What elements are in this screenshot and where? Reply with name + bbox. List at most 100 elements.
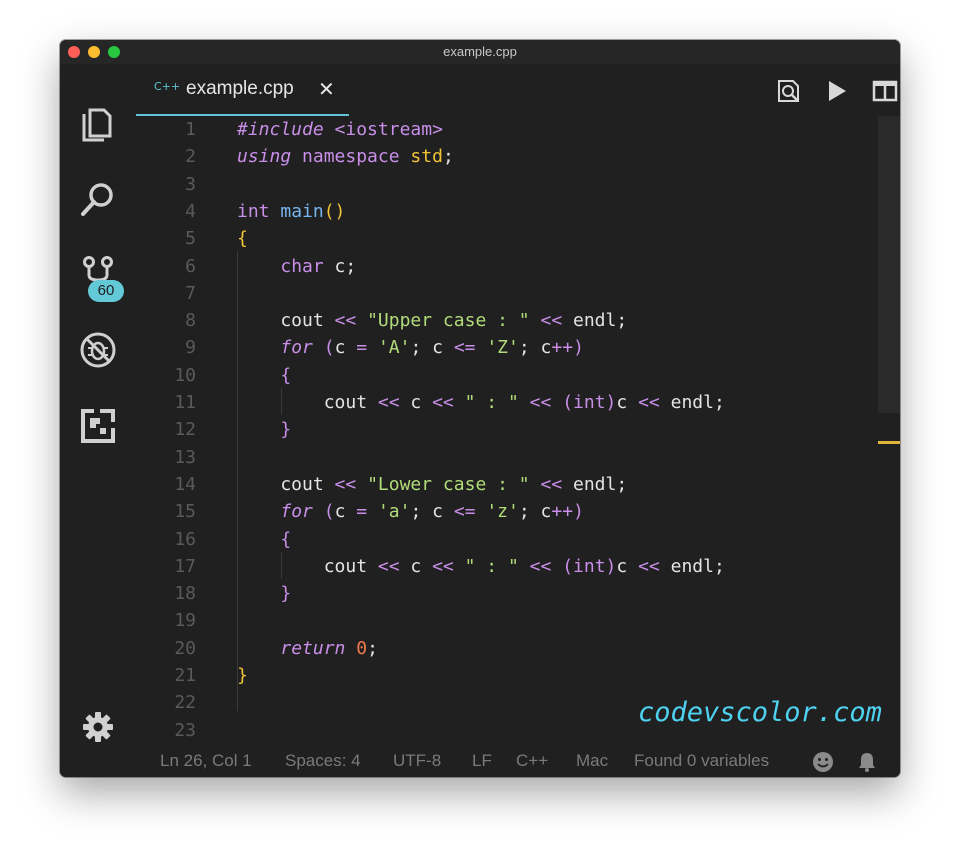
code-line[interactable]: 4 int main() <box>136 198 878 225</box>
status-language[interactable]: C++ <box>516 751 548 771</box>
code-line[interactable]: 9 for (c = 'A'; c <= 'Z'; c++) <box>136 334 878 361</box>
code-line[interactable]: 15 for (c = 'a'; c <= 'z'; c++) <box>136 498 878 525</box>
code-token: endl; <box>659 392 725 413</box>
line-number: 7 <box>185 282 196 304</box>
code-token: int <box>573 392 606 413</box>
tab-example-cpp[interactable]: C++ example.cpp ✕ <box>136 64 349 116</box>
code-line[interactable]: 21} <box>136 662 878 689</box>
status-indentation[interactable]: Spaces: 4 <box>285 751 361 771</box>
open-preview-icon[interactable] <box>776 78 802 104</box>
status-encoding[interactable]: UTF-8 <box>393 751 441 771</box>
code-token: 'a' <box>377 501 411 523</box>
code-line[interactable]: 8 cout << "Upper case : " << endl; <box>136 307 878 334</box>
source-control-badge: 60 <box>88 280 124 302</box>
line-code: { <box>237 526 291 553</box>
extensions-icon[interactable] <box>78 406 118 446</box>
debug-icon[interactable] <box>78 330 118 370</box>
notifications-bell-icon[interactable] <box>856 751 878 773</box>
code-token: ( <box>323 337 335 359</box>
gear-icon[interactable] <box>82 711 114 743</box>
line-code: cout << c << " : " << (int)c << endl; <box>237 389 725 416</box>
code-token: c; <box>323 255 357 277</box>
code-line[interactable]: 13 <box>136 444 878 471</box>
status-variables[interactable]: Found 0 variables <box>634 751 769 771</box>
code-token: endl; <box>562 310 628 332</box>
line-number: 8 <box>185 310 196 332</box>
code-line[interactable]: 2 using namespace std; <box>136 143 878 170</box>
status-cursor-position[interactable]: Ln 26, Col 1 <box>160 751 252 771</box>
search-icon[interactable] <box>78 180 118 220</box>
code-token: << <box>638 392 660 413</box>
code-token: ; c <box>410 337 454 359</box>
code-token: ++ <box>551 501 574 523</box>
code-line[interactable]: 5{ <box>136 225 878 252</box>
code-token: " : " <box>464 392 519 413</box>
line-number: 19 <box>174 610 196 632</box>
code-token: { <box>280 364 292 386</box>
code-token: << <box>529 392 552 413</box>
line-code: { <box>237 362 291 389</box>
code-token: <= <box>453 501 476 523</box>
status-eol[interactable]: LF <box>472 751 492 771</box>
line-number: 6 <box>185 255 196 277</box>
code-token: { <box>280 528 292 550</box>
code-token: 'z' <box>486 501 519 523</box>
code-token: 'A' <box>377 337 411 359</box>
code-token: c <box>616 392 639 413</box>
code-token: << <box>540 473 563 495</box>
line-number: 11 <box>174 392 196 413</box>
code-line[interactable]: 12 } <box>136 416 878 443</box>
code-token: int <box>573 555 606 577</box>
code-token: ++ <box>551 337 574 359</box>
line-code: #include <iostream> <box>237 116 443 143</box>
code-line[interactable]: 7 <box>136 280 878 307</box>
scrollbar-thumb[interactable] <box>878 116 900 413</box>
code-line[interactable]: 18 } <box>136 580 878 607</box>
code-token: ; <box>367 637 378 659</box>
line-number: 5 <box>185 228 196 250</box>
code-line[interactable]: 1 #include <iostream> <box>136 116 878 143</box>
code-token: namespace <box>302 146 400 168</box>
code-token: c <box>616 555 639 577</box>
code-line[interactable]: 20 return 0; <box>136 635 878 662</box>
scrollbar-marker <box>878 441 900 444</box>
code-token: () <box>323 200 346 222</box>
code-token: int <box>237 200 270 222</box>
files-icon[interactable] <box>78 104 118 144</box>
code-token: << <box>334 473 357 495</box>
code-line[interactable]: 3 <box>136 171 878 198</box>
line-number: 13 <box>174 446 196 468</box>
code-editor[interactable]: 1 #include <iostream> 2 using namespace std… <box>136 116 878 746</box>
status-platform[interactable]: Mac <box>576 751 608 771</box>
line-number: 20 <box>174 637 196 659</box>
line-number: 15 <box>174 501 196 523</box>
code-token: cout <box>237 473 335 495</box>
code-line[interactable]: 6 char c; <box>136 253 878 280</box>
line-code: cout << c << " : " << (int)c << endl; <box>237 553 725 580</box>
code-token: << <box>432 555 454 577</box>
code-line[interactable]: 10 { <box>136 362 878 389</box>
code-token: cout <box>237 310 335 332</box>
code-token: for <box>280 501 313 523</box>
code-line[interactable]: 17 cout << c << " : " << (int)c << endl; <box>136 553 878 580</box>
split-editor-icon[interactable] <box>872 78 898 104</box>
feedback-smiley-icon[interactable] <box>812 751 834 773</box>
tab-close-icon[interactable]: ✕ <box>318 77 335 101</box>
code-line[interactable]: 16 { <box>136 526 878 553</box>
line-number: 1 <box>185 119 196 140</box>
run-icon[interactable] <box>824 78 850 104</box>
code-token: << <box>529 555 552 577</box>
code-line[interactable]: 11 cout << c << " : " << (int)c << endl; <box>136 389 878 416</box>
code-line[interactable]: 14 cout << "Lower case : " << endl; <box>136 471 878 498</box>
code-token: { <box>237 228 248 250</box>
code-line[interactable]: 19 <box>136 607 878 634</box>
